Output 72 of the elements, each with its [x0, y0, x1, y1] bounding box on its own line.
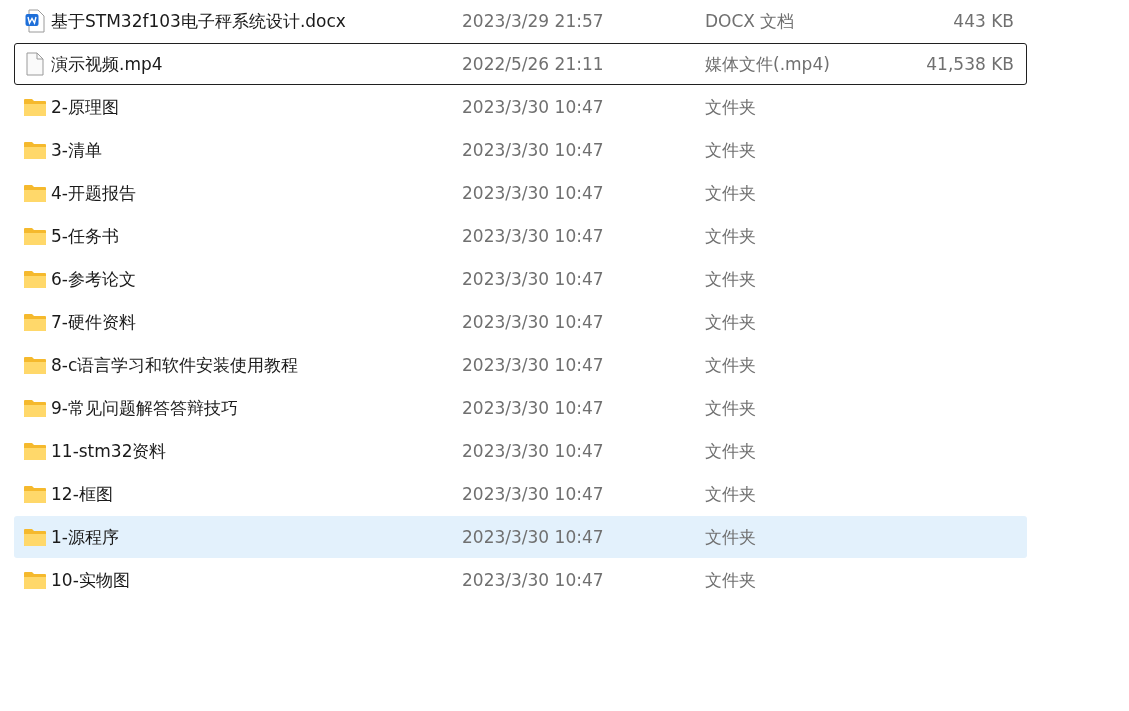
file-type: 文件夹 [705, 439, 756, 463]
folder-icon [23, 484, 47, 504]
folder-icon [23, 312, 47, 332]
file-row[interactable]: 演示视频.mp4 2022/5/26 21:11 媒体文件(.mp4) 41,538 KB [14, 43, 1027, 85]
modified-date: 2023/3/30 10:47 [462, 97, 604, 117]
file-name: 6-参考论文 [51, 267, 136, 291]
file-type: 文件夹 [705, 267, 756, 291]
file-name: 9-常见问题解答答辩技巧 [51, 396, 238, 420]
file-type: 文件夹 [705, 525, 756, 549]
file-type: 文件夹 [705, 224, 756, 248]
file-name: 1-源程序 [51, 525, 119, 549]
file-row[interactable]: 9-常见问题解答答辩技巧 2023/3/30 10:47 文件夹 [14, 387, 1027, 429]
file-row[interactable]: 2-原理图 2023/3/30 10:47 文件夹 [14, 86, 1027, 128]
file-size: 443 KB [953, 11, 1014, 31]
file-name: 2-原理图 [51, 95, 119, 119]
file-name: 12-框图 [51, 482, 113, 506]
modified-date: 2023/3/30 10:47 [462, 355, 604, 375]
file-row[interactable]: 6-参考论文 2023/3/30 10:47 文件夹 [14, 258, 1027, 300]
file-type: 文件夹 [705, 568, 756, 592]
folder-icon [23, 570, 47, 590]
modified-date: 2022/5/26 21:11 [462, 54, 604, 74]
modified-date: 2023/3/30 10:47 [462, 527, 604, 547]
file-name: 演示视频.mp4 [51, 52, 163, 76]
folder-icon [23, 441, 47, 461]
file-name: 4-开题报告 [51, 181, 136, 205]
file-size: 41,538 KB [926, 54, 1014, 74]
folder-icon [23, 527, 47, 547]
folder-icon [23, 355, 47, 375]
file-row[interactable]: 4-开题报告 2023/3/30 10:47 文件夹 [14, 172, 1027, 214]
modified-date: 2023/3/30 10:47 [462, 398, 604, 418]
file-name: 5-任务书 [51, 224, 119, 248]
file-name: 11-stm32资料 [51, 439, 167, 463]
file-type: 文件夹 [705, 396, 756, 420]
modified-date: 2023/3/29 21:57 [462, 11, 604, 31]
modified-date: 2023/3/30 10:47 [462, 226, 604, 246]
folder-icon [23, 97, 47, 117]
file-name: 10-实物图 [51, 568, 130, 592]
word-document-icon [25, 9, 45, 33]
file-row[interactable]: 1-源程序 2023/3/30 10:47 文件夹 [14, 516, 1027, 558]
file-name: 基于STM32f103电子秤系统设计.docx [51, 9, 346, 33]
file-type: 文件夹 [705, 181, 756, 205]
file-type: 文件夹 [705, 353, 756, 377]
folder-icon [23, 269, 47, 289]
file-row[interactable]: 5-任务书 2023/3/30 10:47 文件夹 [14, 215, 1027, 257]
file-row[interactable]: 10-实物图 2023/3/30 10:47 文件夹 [14, 559, 1027, 601]
file-type: 文件夹 [705, 482, 756, 506]
modified-date: 2023/3/30 10:47 [462, 570, 604, 590]
file-row[interactable]: 7-硬件资料 2023/3/30 10:47 文件夹 [14, 301, 1027, 343]
file-name: 3-清单 [51, 138, 102, 162]
modified-date: 2023/3/30 10:47 [462, 312, 604, 332]
file-type: 媒体文件(.mp4) [705, 52, 830, 76]
folder-icon [23, 398, 47, 418]
file-row[interactable]: 11-stm32资料 2023/3/30 10:47 文件夹 [14, 430, 1027, 472]
file-type: 文件夹 [705, 138, 756, 162]
file-icon [26, 52, 44, 76]
modified-date: 2023/3/30 10:47 [462, 140, 604, 160]
file-name: 8-c语言学习和软件安装使用教程 [51, 353, 299, 377]
folder-icon [23, 140, 47, 160]
folder-icon [23, 183, 47, 203]
modified-date: 2023/3/30 10:47 [462, 269, 604, 289]
file-row[interactable]: 3-清单 2023/3/30 10:47 文件夹 [14, 129, 1027, 171]
modified-date: 2023/3/30 10:47 [462, 441, 604, 461]
file-type: 文件夹 [705, 310, 756, 334]
file-type: 文件夹 [705, 95, 756, 119]
modified-date: 2023/3/30 10:47 [462, 183, 604, 203]
folder-icon [23, 226, 47, 246]
file-row[interactable]: 8-c语言学习和软件安装使用教程 2023/3/30 10:47 文件夹 [14, 344, 1027, 386]
file-name: 7-硬件资料 [51, 310, 136, 334]
file-row[interactable]: 12-框图 2023/3/30 10:47 文件夹 [14, 473, 1027, 515]
modified-date: 2023/3/30 10:47 [462, 484, 604, 504]
file-row[interactable]: 基于STM32f103电子秤系统设计.docx 2023/3/29 21:57 DOCX 文档 443 KB [14, 0, 1027, 42]
file-type: DOCX 文档 [705, 9, 795, 33]
